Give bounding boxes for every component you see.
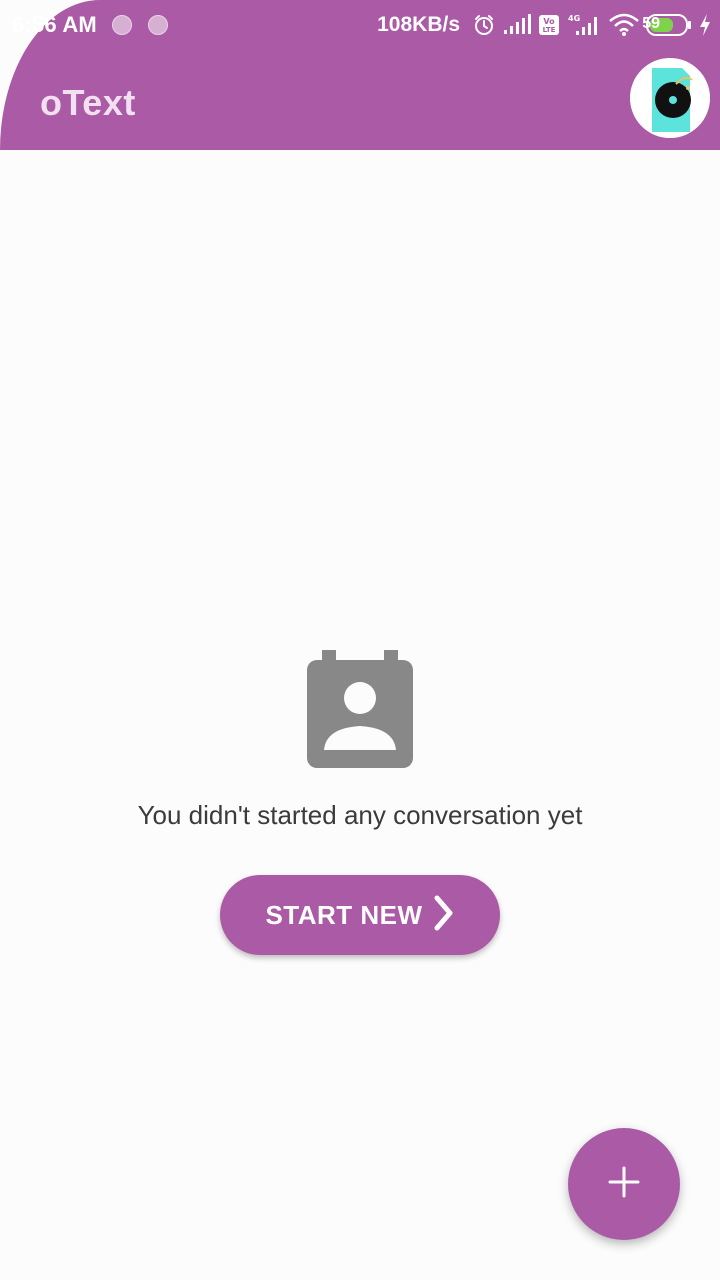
wifi-icon	[608, 13, 640, 37]
network-speed: 108KB/s	[377, 13, 460, 36]
app-title: oText	[40, 82, 136, 123]
status-bar: 6:56 AM 108KB/s Vo LTE 4G 59	[0, 0, 720, 52]
4g-signal-icon: 4G	[566, 13, 602, 37]
chevron-right-icon	[433, 895, 455, 936]
svg-text:Vo: Vo	[543, 17, 555, 26]
music-record-avatar-icon	[630, 58, 710, 138]
status-right-group: 108KB/s Vo LTE 4G 59	[377, 10, 712, 40]
svg-text:4G: 4G	[568, 14, 580, 23]
svg-text:LTE: LTE	[543, 26, 556, 34]
status-time: 6:56 AM	[12, 12, 97, 37]
alarm-icon	[472, 13, 496, 37]
empty-state-message: You didn't started any conversation yet	[137, 800, 583, 830]
app-screen: 6:56 AM 108KB/s Vo LTE 4G 59 oText You d…	[0, 0, 720, 1280]
plus-icon	[608, 1166, 640, 1203]
start-new-button[interactable]: START NEW	[220, 875, 500, 955]
app-header: 6:56 AM 108KB/s Vo LTE 4G 59 oText	[0, 0, 720, 150]
new-conversation-fab[interactable]	[568, 1128, 680, 1240]
start-new-label: START NEW	[265, 899, 423, 930]
battery-level: 59	[642, 15, 660, 32]
volte-icon: Vo LTE	[538, 14, 560, 36]
profile-avatar[interactable]	[630, 58, 710, 138]
charging-icon	[698, 13, 712, 37]
notification-dot-icon	[112, 15, 132, 35]
contact-card-icon	[306, 650, 414, 770]
signal-icon	[502, 14, 532, 36]
notification-dot-icon	[148, 15, 168, 35]
